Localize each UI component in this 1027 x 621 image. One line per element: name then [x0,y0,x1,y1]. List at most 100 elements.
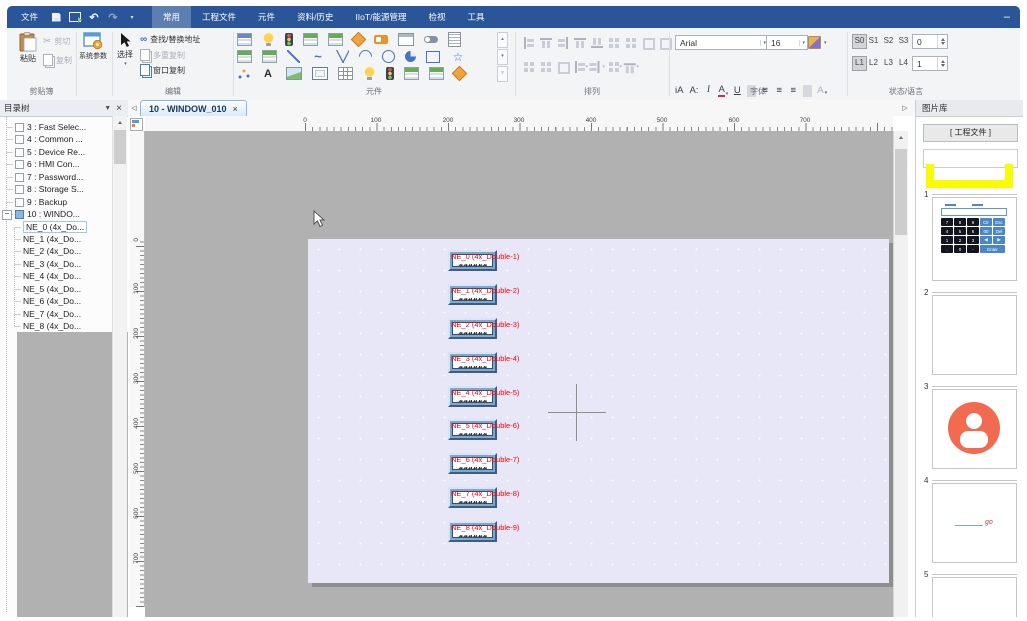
ribbon-tab[interactable]: 检视 [417,6,456,28]
library-item-keypad[interactable]: 789ClrEsc45600Del123◀▶.0-Enter [932,197,1017,281]
tree-item[interactable]: NE_0 (4x_Do... [0,221,112,233]
state-button[interactable]: S3 [897,34,910,47]
library-item-logo[interactable]: go [932,483,1017,563]
menu-file[interactable]: 文件 [7,11,50,23]
tree-item[interactable]: NE_5 (4x_Do... [0,283,112,295]
panel-close-icon[interactable]: × [114,103,124,114]
project-file-button[interactable]: [ 工程文件 ] [923,124,1018,142]
font-size-select[interactable]: 16▾ [766,35,808,50]
group-icon[interactable]: ▾ [607,59,622,74]
polyline-icon[interactable] [336,50,349,63]
select-button[interactable]: 选择 ▾ [113,32,137,67]
align-right-icon[interactable] [556,35,571,50]
canvas-vertical-scrollbar[interactable] [893,131,908,617]
ribbon-tab[interactable]: IIoT/能源管理 [344,6,417,28]
align-middle-icon[interactable] [590,35,605,50]
language-spinner[interactable]: 1 [912,56,948,71]
circle-icon[interactable] [382,50,395,63]
numeric-element[interactable]: ###### ###### NE_5 (4x_Double-6) [448,419,497,440]
tree-scrollbar[interactable] [112,116,127,617]
tab-close-icon[interactable]: × [233,104,238,114]
rectangle-icon[interactable] [426,51,440,63]
picture-icon[interactable] [286,67,302,80]
language-button[interactable]: L1 [852,56,867,71]
hex-keypad2-icon[interactable] [404,67,419,80]
library-item-empty[interactable] [932,577,1017,617]
same-width-icon[interactable] [624,35,639,50]
curve-icon[interactable]: ~ [310,49,326,64]
paste-button[interactable]: 粘贴 [14,32,42,64]
pin-icon[interactable] [658,35,673,50]
tree-item[interactable]: 4 : Common ... [0,133,112,145]
frame-fit-icon[interactable] [641,35,656,50]
copy-button[interactable]: 复制 [43,54,72,66]
system-parameters-button[interactable]: 系统参数 [75,32,111,61]
font-family-select[interactable]: Arial▾ [675,35,769,50]
tree-item[interactable]: 7 : Password... [0,171,112,183]
bulb2-icon[interactable] [363,67,376,80]
table-icon[interactable] [338,67,353,80]
tree-checkbox[interactable] [15,135,24,144]
tree-checkbox[interactable] [15,210,24,219]
ribbon-tab[interactable]: 常用 [152,6,191,28]
tree-checkbox[interactable] [15,185,24,194]
tree-item[interactable]: − 10 : WINDO... [0,208,112,220]
tree-checkbox[interactable] [15,148,24,157]
distribute-icon[interactable] [539,59,554,74]
save-icon[interactable] [50,11,62,23]
tree-item[interactable]: NE_4 (4x_Do... [0,270,112,282]
qat-more-icon[interactable]: ▾ [126,11,138,23]
tree-expand-icon[interactable]: − [2,210,12,220]
scatter-icon[interactable] [237,67,250,80]
tree-item[interactable]: NE_8 (4x_Do... [0,320,112,332]
combo-icon[interactable] [398,33,414,46]
multi-copy-button[interactable]: 多重复制 [140,49,185,61]
line-icon[interactable] [287,50,300,63]
align-left-icon[interactable] [522,35,537,50]
align-top-icon[interactable] [573,35,588,50]
bulb-icon[interactable] [262,33,275,46]
minimize-button[interactable]: – [1004,11,1020,23]
ribbon-tab[interactable]: 元件 [247,6,286,28]
numeric-element[interactable]: ###### ###### NE_8 (4x_Double-9) [448,521,497,542]
palette-scroll-button[interactable]: ▿ [497,66,508,82]
state-button[interactable]: S0 [852,34,867,49]
window-copy-button[interactable]: 窗口复制 [140,64,185,76]
hex-keypad-icon[interactable] [303,33,318,46]
spinner-down-icon[interactable] [941,64,945,67]
tab-nav-left-icon[interactable]: ◁ [128,101,140,116]
shape-icon[interactable] [556,59,571,74]
traffic-light-icon[interactable] [285,33,293,46]
num-keypad2-icon[interactable] [429,67,444,80]
layer-up-icon[interactable]: ▾ [573,59,588,74]
flip-icon[interactable]: ▾ [624,59,639,74]
select-dropdown-icon[interactable]: ▾ [124,61,127,67]
language-button[interactable]: L3 [882,56,895,69]
switch-icon[interactable] [374,35,388,44]
numeric-element[interactable]: ###### ###### NE_4 (4x_Double-5) [448,386,497,407]
keypad-555-icon[interactable] [237,50,252,63]
star-icon[interactable]: ☆ [450,49,466,64]
tree-scroll-thumb[interactable] [114,130,126,164]
cut-button[interactable]: ✂剪切 [43,36,70,47]
yellow-frame-preview[interactable] [926,164,1013,188]
tree-item[interactable]: NE_6 (4x_Do... [0,295,112,307]
window-document-tab[interactable]: 10 - WINDOW_010 × [140,100,247,116]
numeric-element[interactable]: ###### ###### NE_7 (4x_Double-8) [448,487,497,508]
tree-item[interactable]: NE_2 (4x_Do... [0,245,112,257]
frame-icon[interactable] [312,67,328,80]
ruler-corner-icon[interactable] [130,118,143,131]
state-spinner[interactable]: 0 [912,34,948,49]
tree-item[interactable]: 8 : Storage S... [0,183,112,195]
format-brush-button[interactable]: ▾ [808,36,827,49]
library-item-empty[interactable] [932,295,1017,375]
window-page[interactable]: ###### ###### NE_0 (4x_Double-1) [308,239,889,583]
library-item-avatar[interactable] [932,389,1017,469]
traffic-light2-icon[interactable] [386,67,394,80]
tab-nav-right-icon[interactable]: ▷ [899,101,911,116]
list-icon[interactable] [448,32,461,47]
tree-item[interactable]: NE_7 (4x_Do... [0,308,112,320]
palette-scroll-button[interactable]: ▴ [497,32,508,48]
ribbon-tab[interactable]: 工程文件 [191,6,247,28]
scroll-up-icon[interactable] [118,121,122,124]
